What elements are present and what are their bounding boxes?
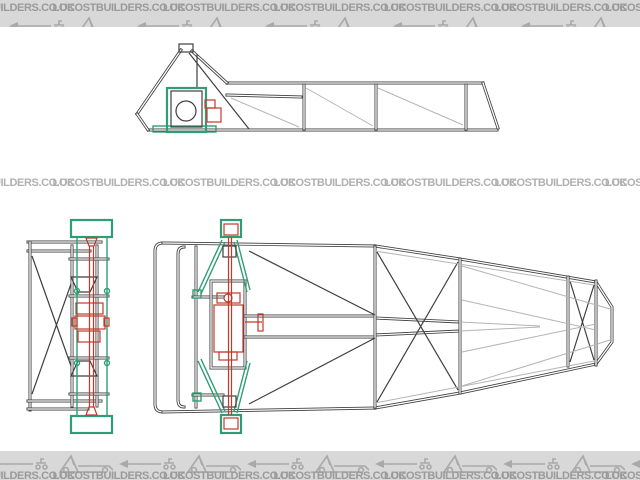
hub-top (223, 246, 236, 257)
front-tyre-top (71, 220, 112, 237)
chassis-drawing (0, 0, 640, 480)
steering-hole (176, 101, 196, 121)
front-view (28, 220, 112, 433)
side-view (137, 44, 498, 132)
plan-view (155, 220, 612, 433)
front-tyre-bottom (71, 416, 112, 433)
screenshot: LOCOSTBUILDERS.CO.UKLOCOSTBUILDERS.CO.UK… (0, 0, 640, 480)
hub-bottom (223, 396, 236, 407)
